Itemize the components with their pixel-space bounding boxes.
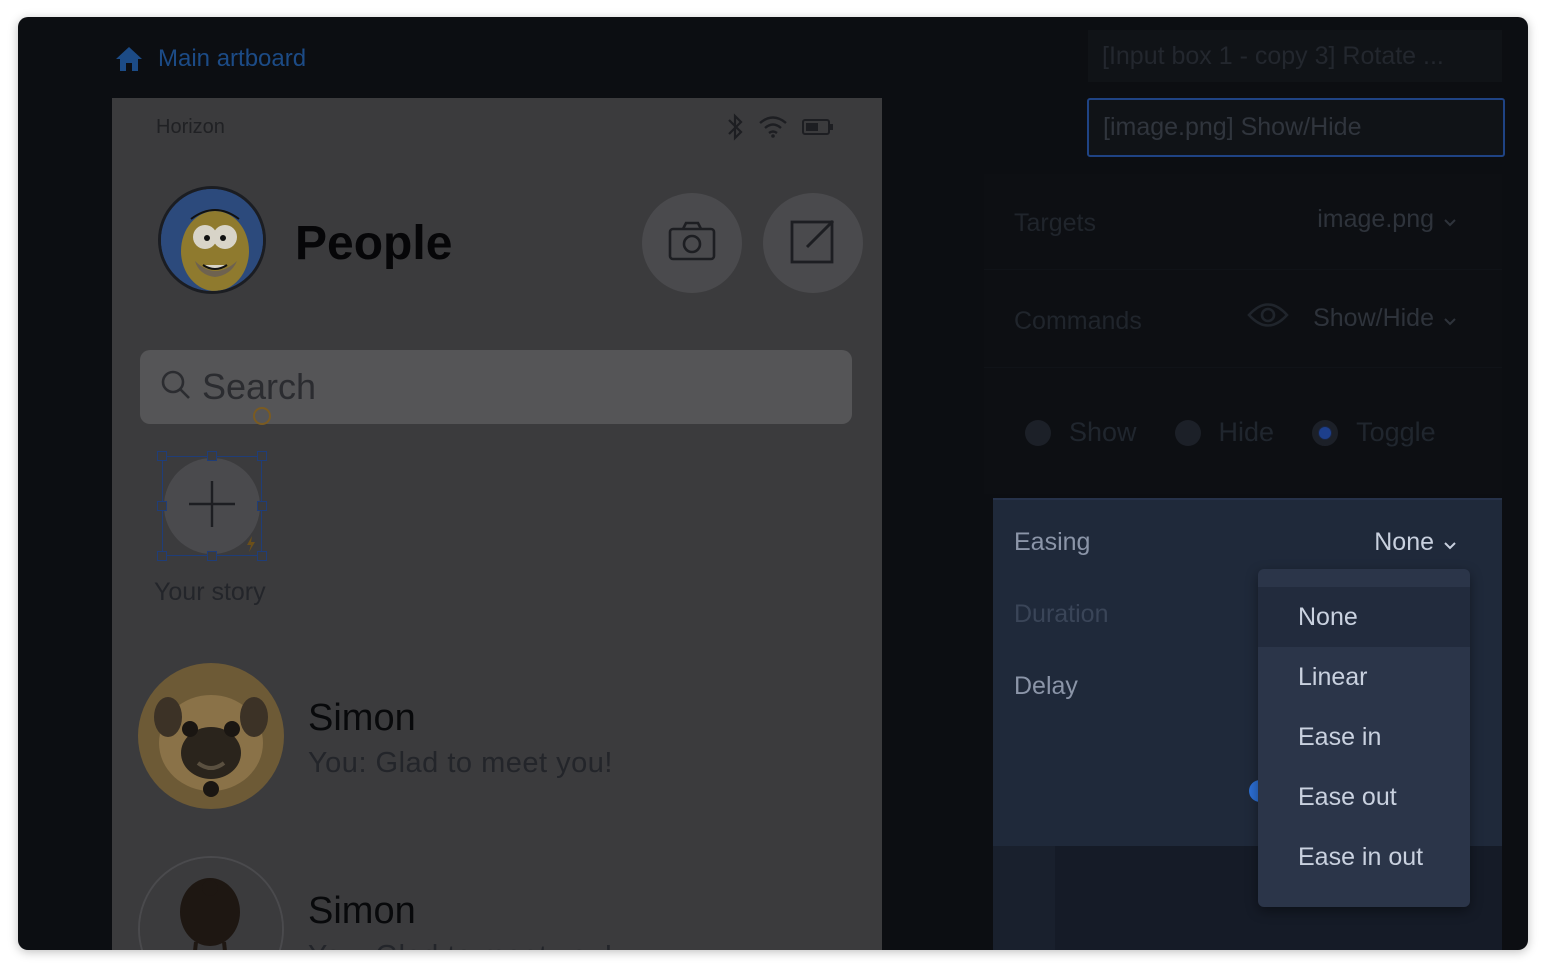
- camera-button[interactable]: [642, 193, 742, 293]
- radio-button[interactable]: [1025, 419, 1051, 446]
- targets-value: image.png: [1317, 205, 1434, 233]
- radio-hide[interactable]: Hide: [1174, 417, 1275, 448]
- camera-icon: [667, 220, 717, 267]
- panel-footer-left: [993, 846, 1055, 950]
- visibility-radio-group: Show Hide Toggle: [1025, 417, 1436, 448]
- radio-show[interactable]: Show: [1025, 417, 1137, 448]
- easing-label: Easing: [1014, 528, 1091, 556]
- radio-label: Hide: [1218, 417, 1275, 447]
- targets-select[interactable]: image.png: [1317, 205, 1456, 234]
- radio-toggle[interactable]: Toggle: [1312, 417, 1436, 448]
- resize-handle[interactable]: [257, 551, 267, 561]
- resize-handle[interactable]: [157, 451, 167, 461]
- status-carrier: Horizon: [156, 116, 225, 138]
- radio-button[interactable]: [1174, 419, 1201, 446]
- easing-value: None: [1374, 528, 1434, 556]
- menu-item-ease-in[interactable]: Ease in: [1258, 707, 1470, 767]
- resize-handle[interactable]: [207, 551, 217, 561]
- radio-label: Toggle: [1356, 417, 1436, 447]
- list-item[interactable]: Simon You: Glad to meet you!: [138, 663, 878, 813]
- status-icons: [726, 112, 834, 142]
- story-label: Your story: [154, 578, 266, 606]
- contact-message: You: Glad to meet you!: [308, 747, 613, 779]
- contact-name: Simon: [308, 890, 416, 932]
- targets-label: Targets: [1014, 209, 1096, 237]
- resize-handle[interactable]: [157, 551, 167, 561]
- list-item[interactable]: Simon You: Glad to meet you!: [138, 856, 878, 950]
- interaction-item-selected[interactable]: [image.png] Show/Hide: [1087, 98, 1505, 157]
- commands-value: Show/Hide: [1313, 304, 1434, 332]
- resize-handle[interactable]: [157, 501, 167, 511]
- resize-handle[interactable]: [257, 501, 267, 511]
- targets-row: Targets image.png: [984, 174, 1502, 270]
- resize-handle[interactable]: [207, 451, 217, 461]
- commands-row: Commands Show/Hide: [984, 272, 1502, 368]
- battery-icon: [802, 118, 834, 136]
- lightning-icon: [246, 536, 256, 557]
- breadcrumb-artboard-link[interactable]: Main artboard: [158, 45, 306, 73]
- profile-avatar[interactable]: [158, 186, 266, 294]
- eye-icon: [1247, 300, 1289, 337]
- connection-anchor[interactable]: [253, 407, 271, 425]
- page-title: People: [295, 217, 453, 270]
- wifi-icon: [758, 115, 788, 139]
- resize-handle[interactable]: [257, 451, 267, 461]
- delay-label: Delay: [1014, 672, 1078, 700]
- menu-item-ease-in-out[interactable]: Ease in out: [1258, 827, 1470, 887]
- chevron-down-icon: [1444, 528, 1456, 557]
- home-icon[interactable]: [114, 45, 144, 73]
- commands-select[interactable]: Show/Hide: [1247, 300, 1456, 337]
- menu-item-none[interactable]: None: [1258, 587, 1470, 647]
- breadcrumb: Main artboard: [114, 45, 306, 73]
- radio-label: Show: [1069, 417, 1137, 447]
- contact-message: You: Glad to meet you!: [308, 940, 613, 950]
- search-icon: [160, 369, 192, 406]
- search-input[interactable]: Search: [140, 350, 852, 424]
- avatar: [138, 856, 284, 950]
- search-placeholder: Search: [202, 366, 317, 407]
- duration-label: Duration: [1014, 600, 1109, 628]
- bluetooth-icon: [726, 112, 744, 142]
- easing-dropdown-menu: None Linear Ease in Ease out Ease in out: [1258, 569, 1470, 907]
- menu-item-ease-out[interactable]: Ease out: [1258, 767, 1470, 827]
- chevron-down-icon: [1444, 205, 1456, 234]
- artboard-canvas[interactable]: Horizon People Search Your story Simon Y…: [112, 98, 882, 950]
- interaction-item[interactable]: [Input box 1 - copy 3] Rotate ...: [1088, 30, 1502, 82]
- app-window: Main artboard Horizon People Search Your…: [18, 17, 1528, 950]
- radio-button-selected[interactable]: [1312, 419, 1339, 446]
- contact-name: Simon: [308, 697, 416, 739]
- commands-label: Commands: [1014, 307, 1142, 335]
- compose-button[interactable]: [763, 193, 863, 293]
- chevron-down-icon: [1444, 304, 1456, 333]
- easing-select[interactable]: None: [1374, 528, 1456, 557]
- story-add-selection[interactable]: [157, 451, 267, 561]
- compose-icon: [789, 217, 837, 270]
- avatar: [138, 663, 284, 809]
- menu-item-linear[interactable]: Linear: [1258, 647, 1470, 707]
